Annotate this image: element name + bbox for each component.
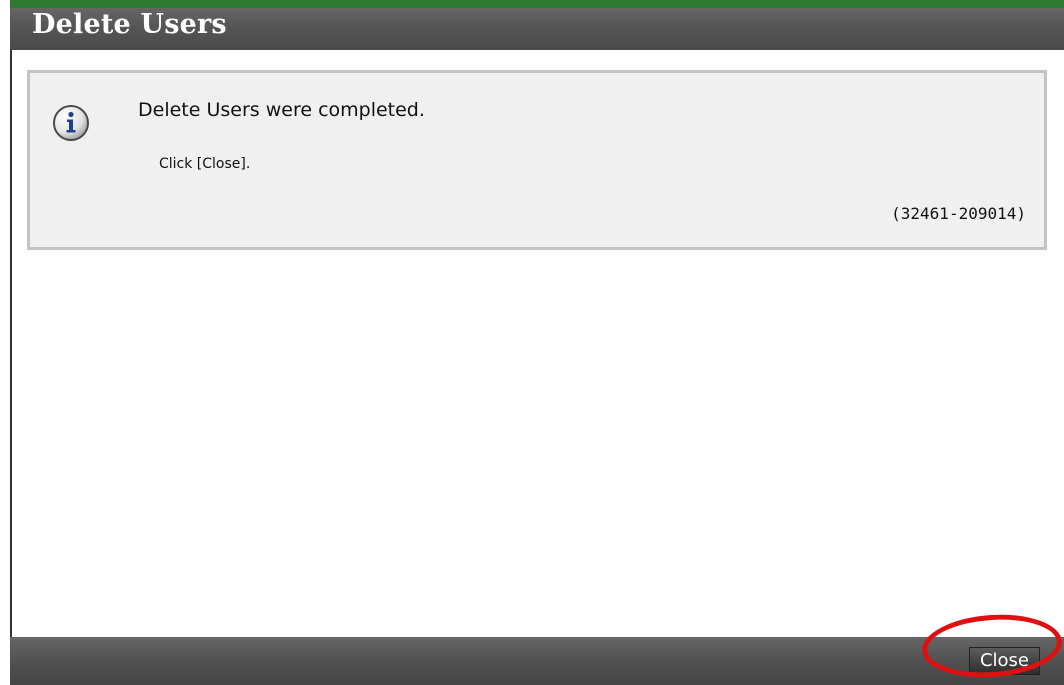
message-main-text: Delete Users were completed. [138,99,425,121]
message-sub-text: Click [Close]. [159,156,251,172]
message-panel: Delete Users were completed. Click [Clos… [27,70,1047,250]
dialog-title: Delete Users [32,9,227,40]
dialog-footer: Close [10,637,1064,685]
dialog-left-border [10,50,12,637]
close-button[interactable]: Close [968,647,1040,675]
dialog-title-bar: Delete Users [10,0,1064,50]
title-bar-accent [10,0,1064,8]
message-code: (32461-209014) [891,204,1026,223]
info-icon [53,105,89,141]
delete-users-dialog: Delete Users Delete Users were completed… [0,0,1064,685]
